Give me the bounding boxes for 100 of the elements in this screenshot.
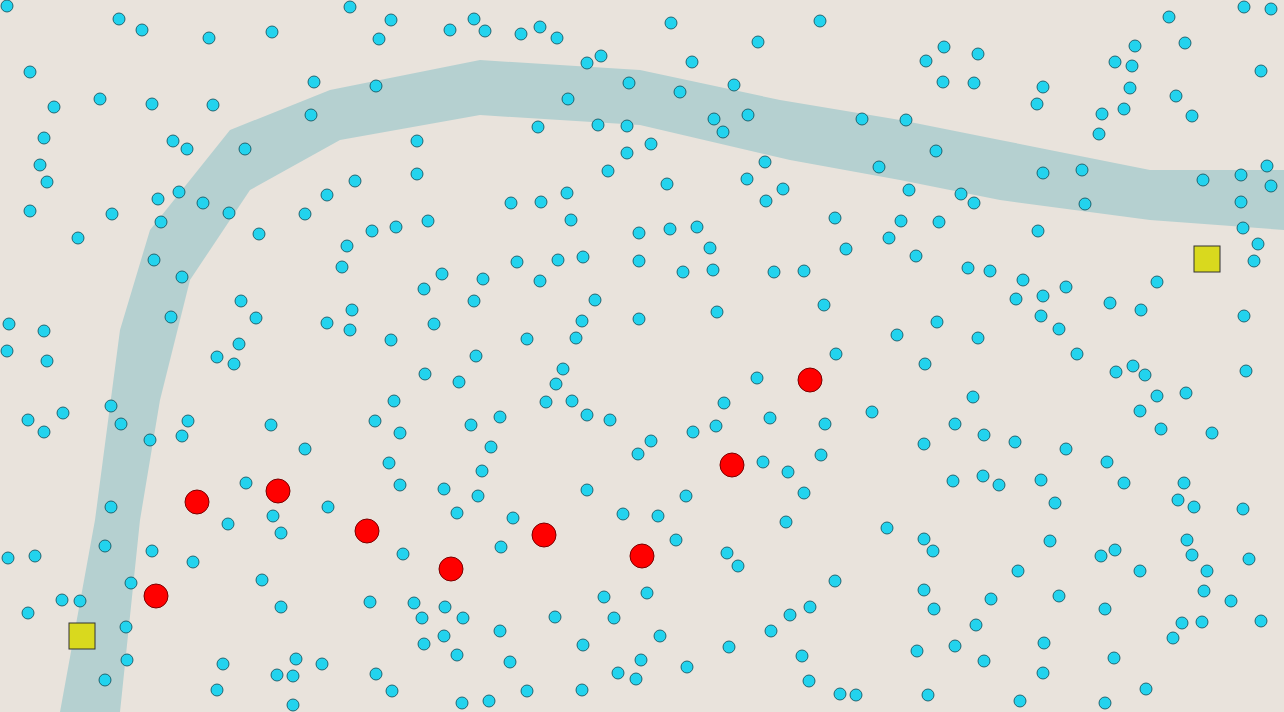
dot-marker-icon[interactable] <box>781 465 795 479</box>
dot-marker-icon[interactable] <box>917 583 931 597</box>
dot-marker-icon[interactable] <box>464 418 478 432</box>
dot-marker-icon[interactable] <box>686 425 700 439</box>
dot-marker-icon[interactable] <box>363 595 377 609</box>
dot-marker-icon[interactable] <box>438 600 452 614</box>
dot-marker-icon[interactable] <box>482 694 496 708</box>
dot-marker-icon[interactable] <box>534 195 548 209</box>
dot-marker-icon[interactable] <box>33 158 47 172</box>
dot-marker-icon[interactable] <box>569 331 583 345</box>
dot-marker-icon[interactable] <box>758 155 772 169</box>
dot-marker-icon[interactable] <box>143 433 157 447</box>
dot-marker-icon[interactable] <box>560 186 574 200</box>
dot-marker-icon[interactable] <box>321 500 335 514</box>
dot-marker-icon[interactable] <box>1031 224 1045 238</box>
dot-marker-icon[interactable] <box>384 333 398 347</box>
dot-marker-icon[interactable] <box>520 684 534 698</box>
dot-marker-icon[interactable] <box>576 638 590 652</box>
dot-marker-icon[interactable] <box>320 316 334 330</box>
dot-marker-icon[interactable] <box>1 551 15 565</box>
dot-marker-icon[interactable] <box>575 314 589 328</box>
dot-marker-icon[interactable] <box>1030 97 1044 111</box>
dot-marker-icon[interactable] <box>531 120 545 134</box>
dot-marker-icon[interactable] <box>40 354 54 368</box>
dot-marker-icon[interactable] <box>1138 368 1152 382</box>
dot-marker-icon[interactable] <box>1224 594 1238 608</box>
dot-marker-icon[interactable] <box>1092 127 1106 141</box>
dot-marker-icon[interactable] <box>1150 275 1164 289</box>
dot-marker-icon[interactable] <box>750 371 764 385</box>
dot-marker-icon[interactable] <box>437 482 451 496</box>
dot-marker-icon[interactable] <box>967 196 981 210</box>
dot-marker-icon[interactable] <box>437 629 451 643</box>
dot-marker-icon[interactable] <box>756 455 770 469</box>
dot-marker-icon[interactable] <box>1048 496 1062 510</box>
dot-marker-icon[interactable] <box>252 227 266 241</box>
dot-marker-icon[interactable] <box>580 56 594 70</box>
marker-icon[interactable] <box>629 543 655 569</box>
dot-marker-icon[interactable] <box>802 674 816 688</box>
dot-marker-icon[interactable] <box>948 417 962 431</box>
dot-marker-icon[interactable] <box>556 362 570 376</box>
dot-marker-icon[interactable] <box>186 555 200 569</box>
dot-marker-icon[interactable] <box>611 666 625 680</box>
dot-marker-icon[interactable] <box>421 214 435 228</box>
dot-marker-icon[interactable] <box>597 590 611 604</box>
dot-marker-icon[interactable] <box>1043 534 1057 548</box>
dot-marker-icon[interactable] <box>580 408 594 422</box>
dot-marker-icon[interactable] <box>797 264 811 278</box>
dot-marker-icon[interactable] <box>114 417 128 431</box>
dot-marker-icon[interactable] <box>622 76 636 90</box>
dot-marker-icon[interactable] <box>727 78 741 92</box>
marker-icon[interactable] <box>143 583 169 609</box>
dot-marker-icon[interactable] <box>222 206 236 220</box>
dot-marker-icon[interactable] <box>1187 500 1201 514</box>
dot-marker-icon[interactable] <box>865 405 879 419</box>
dot-marker-icon[interactable] <box>372 32 386 46</box>
dot-marker-icon[interactable] <box>818 417 832 431</box>
dot-marker-icon[interactable] <box>232 337 246 351</box>
dot-marker-icon[interactable] <box>73 594 87 608</box>
dot-marker-icon[interactable] <box>368 414 382 428</box>
dot-marker-icon[interactable] <box>632 312 646 326</box>
dot-marker-icon[interactable] <box>929 144 943 158</box>
dot-marker-icon[interactable] <box>1075 163 1089 177</box>
dot-marker-icon[interactable] <box>504 196 518 210</box>
dot-marker-icon[interactable] <box>588 293 602 307</box>
dot-marker-icon[interactable] <box>1171 493 1185 507</box>
dot-marker-icon[interactable] <box>1178 36 1192 50</box>
dot-marker-icon[interactable] <box>551 253 565 267</box>
dot-marker-icon[interactable] <box>345 303 359 317</box>
dot-marker-icon[interactable] <box>669 533 683 547</box>
dot-marker-icon[interactable] <box>180 142 194 156</box>
dot-marker-icon[interactable] <box>1098 696 1112 710</box>
dot-marker-icon[interactable] <box>104 500 118 514</box>
dot-marker-icon[interactable] <box>1254 614 1268 628</box>
dot-marker-icon[interactable] <box>833 687 847 701</box>
dot-marker-icon[interactable] <box>147 253 161 267</box>
dot-marker-icon[interactable] <box>274 600 288 614</box>
dot-marker-icon[interactable] <box>410 167 424 181</box>
dot-marker-icon[interactable] <box>977 428 991 442</box>
dot-marker-icon[interactable] <box>685 55 699 69</box>
dot-marker-icon[interactable] <box>396 547 410 561</box>
dot-marker-icon[interactable] <box>653 629 667 643</box>
dot-marker-icon[interactable] <box>983 264 997 278</box>
dot-marker-icon[interactable] <box>1008 435 1022 449</box>
dot-marker-icon[interactable] <box>839 242 853 256</box>
dot-marker-icon[interactable] <box>493 624 507 638</box>
dot-marker-icon[interactable] <box>751 35 765 49</box>
dot-marker-icon[interactable] <box>55 593 69 607</box>
dot-marker-icon[interactable] <box>145 97 159 111</box>
dot-marker-icon[interactable] <box>954 187 968 201</box>
dot-marker-icon[interactable] <box>1034 473 1048 487</box>
dot-marker-icon[interactable] <box>1185 548 1199 562</box>
marker-icon[interactable] <box>438 556 464 582</box>
dot-marker-icon[interactable] <box>909 249 923 263</box>
dot-marker-icon[interactable] <box>706 263 720 277</box>
dot-marker-icon[interactable] <box>673 85 687 99</box>
dot-marker-icon[interactable] <box>266 509 280 523</box>
dot-marker-icon[interactable] <box>930 315 944 329</box>
dot-marker-icon[interactable] <box>620 119 634 133</box>
dot-marker-icon[interactable] <box>971 47 985 61</box>
marker-icon[interactable] <box>1193 245 1221 273</box>
